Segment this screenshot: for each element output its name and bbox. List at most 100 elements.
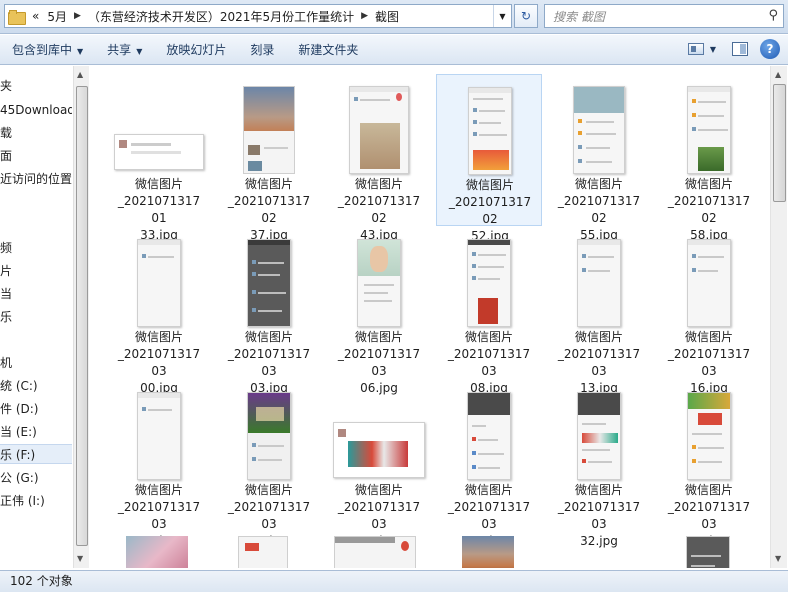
file-thumbnail bbox=[216, 227, 322, 327]
file-item[interactable]: 微信图片 _2021071317 03 08.jpg bbox=[436, 227, 542, 395]
search-icon[interactable]: ⚲ bbox=[768, 8, 778, 23]
nav-item[interactable]: 近访问的位置 bbox=[0, 169, 72, 189]
file-thumbnail bbox=[546, 227, 652, 327]
folder-icon bbox=[8, 9, 26, 25]
nav-scrollbar[interactable]: ▲ ▼ bbox=[73, 66, 89, 568]
file-item[interactable]: 微信图片 _2021071317 03 03.jpg bbox=[216, 227, 322, 395]
preview-pane-icon[interactable] bbox=[732, 42, 748, 56]
file-thumbnail bbox=[326, 74, 432, 174]
nav-scrollbar-thumb[interactable] bbox=[76, 86, 88, 546]
file-thumbnail bbox=[126, 536, 188, 568]
nav-item[interactable]: 机 bbox=[0, 353, 12, 373]
address-bar-area: « 5月 ▶ （东营经济技术开发区）2021年5月份工作量统计 ▶ 截图 ▼ ↻… bbox=[0, 0, 788, 34]
file-thumbnail bbox=[656, 380, 762, 480]
file-item[interactable]: 微信图片 _2021071317 03 06.jpg bbox=[326, 227, 432, 395]
file-item[interactable]: 微信图片 _2021071317 02 37.jpg bbox=[216, 74, 322, 242]
file-thumbnail bbox=[326, 380, 432, 480]
file-thumbnail bbox=[106, 227, 212, 327]
breadcrumb-arrow-icon[interactable]: ▶ bbox=[358, 11, 371, 21]
include-library-button[interactable]: 包含到库中 ▼ bbox=[0, 39, 95, 61]
navigation-pane: 夹 45Downloads 载 面 近访问的位置 频 片 当 乐 机 统 (C:… bbox=[0, 66, 72, 568]
file-thumbnail bbox=[436, 380, 542, 480]
file-item[interactable]: 微信图片 _2021071317 03 00.jpg bbox=[106, 227, 212, 395]
nav-item-drive-f[interactable]: 乐 (F:) bbox=[0, 444, 72, 464]
file-item[interactable]: 微信图片_20210713170329.jpg bbox=[436, 380, 542, 548]
file-thumbnail bbox=[334, 536, 416, 568]
file-item-selected[interactable]: 微信图片 _2021071317 02 52.jpg bbox=[436, 74, 543, 243]
file-item[interactable]: 微信图片 _2021071317 02 43.jpg bbox=[326, 74, 432, 242]
slideshow-button[interactable]: 放映幻灯片 bbox=[154, 39, 238, 61]
file-thumbnail bbox=[436, 227, 542, 327]
file-item[interactable]: 微信图片_20210713170335.jpg bbox=[656, 380, 762, 548]
search-input[interactable]: 搜索 截图 ⚲ bbox=[544, 4, 784, 28]
chevron-down-icon: ▼ bbox=[77, 46, 84, 56]
status-bar: 102 个对象 bbox=[0, 570, 788, 592]
file-thumbnail bbox=[656, 227, 762, 327]
file-item[interactable] bbox=[436, 533, 542, 568]
file-item[interactable] bbox=[326, 533, 432, 568]
file-thumbnail bbox=[462, 536, 514, 568]
nav-item[interactable]: 片 bbox=[0, 261, 12, 281]
refresh-button[interactable]: ↻ bbox=[514, 4, 538, 28]
file-item[interactable] bbox=[656, 533, 762, 568]
file-thumbnail bbox=[546, 74, 652, 174]
scroll-up-icon[interactable]: ▲ bbox=[77, 70, 83, 79]
breadcrumb-item-screenshots[interactable]: 截图 bbox=[371, 8, 403, 25]
address-dropdown-icon[interactable]: ▼ bbox=[493, 5, 511, 27]
nav-item[interactable]: 夹 bbox=[0, 76, 12, 96]
breadcrumb-item-stats[interactable]: （东营经济技术开发区）2021年5月份工作量统计 bbox=[84, 8, 358, 25]
view-options-icon[interactable] bbox=[687, 43, 704, 55]
breadcrumb-overflow[interactable]: « bbox=[28, 9, 43, 23]
nav-item[interactable]: 频 bbox=[0, 238, 12, 258]
file-thumbnail bbox=[656, 74, 762, 174]
content-scrollbar-thumb[interactable] bbox=[773, 84, 786, 202]
scroll-down-icon[interactable]: ▼ bbox=[77, 554, 83, 563]
file-item[interactable]: 微信图片 _2021071317 02 55.jpg bbox=[546, 74, 652, 242]
file-item[interactable] bbox=[216, 533, 322, 568]
scroll-down-icon[interactable]: ▼ bbox=[775, 554, 781, 563]
command-toolbar: 包含到库中 ▼ 共享 ▼ 放映幻灯片 刻录 新建文件夹 ▼ ? bbox=[0, 35, 788, 65]
nav-item-drive-d[interactable]: 件 (D:) bbox=[0, 399, 38, 419]
file-thumbnail bbox=[437, 75, 543, 175]
file-item[interactable]: 微信图片 _2021071317 03 16.jpg bbox=[656, 227, 762, 395]
file-item[interactable]: 微信图片 _2021071317 03 13.jpg bbox=[546, 227, 652, 395]
breadcrumb-item-month[interactable]: 5月 bbox=[43, 8, 71, 25]
file-thumbnail bbox=[106, 380, 212, 480]
nav-item[interactable]: 当 bbox=[0, 284, 12, 304]
content-scrollbar[interactable]: ▲ ▼ bbox=[770, 66, 787, 568]
file-item[interactable]: 微信图片_20210713170319.jpg bbox=[106, 380, 212, 548]
nav-item[interactable]: 乐 bbox=[0, 307, 12, 327]
address-bar[interactable]: « 5月 ▶ （东营经济技术开发区）2021年5月份工作量统计 ▶ 截图 ▼ bbox=[4, 4, 512, 28]
nav-item[interactable]: 45Downloads bbox=[0, 100, 72, 120]
file-item[interactable]: 微信图片 _2021071317 03 32.jpg bbox=[546, 380, 652, 548]
file-item[interactable] bbox=[106, 533, 212, 568]
breadcrumb-arrow-icon[interactable]: ▶ bbox=[71, 11, 84, 21]
nav-item-drive-g[interactable]: 公 (G:) bbox=[0, 468, 39, 488]
file-thumbnail bbox=[546, 380, 652, 480]
file-thumbnail bbox=[686, 536, 730, 568]
scroll-up-icon[interactable]: ▲ bbox=[775, 70, 781, 79]
file-item[interactable]: 微信图片 _2021071317 01 33.jpg bbox=[106, 74, 212, 242]
file-item[interactable]: 微信图片_20210713170324.jpg bbox=[326, 380, 432, 548]
nav-item-drive-i[interactable]: 正伟 (I:) bbox=[0, 491, 45, 511]
file-thumbnail bbox=[106, 74, 212, 174]
burn-button[interactable]: 刻录 bbox=[238, 39, 286, 61]
nav-item[interactable]: 载 bbox=[0, 123, 12, 143]
file-list: 微信图片 _2021071317 01 33.jpg 微信图片 _2021071317 0… bbox=[90, 66, 770, 568]
share-button[interactable]: 共享 ▼ bbox=[95, 39, 154, 61]
file-item[interactable]: 微信图片 _2021071317 02 58.jpg bbox=[656, 74, 762, 242]
help-icon[interactable]: ? bbox=[760, 39, 780, 59]
object-count: 102 个对象 bbox=[10, 574, 73, 588]
nav-item-drive-e[interactable]: 当 (E:) bbox=[0, 422, 37, 442]
file-item[interactable]: 微信图片_20210713170322.jpg bbox=[216, 380, 322, 548]
nav-item-drive-c[interactable]: 统 (C:) bbox=[0, 376, 38, 396]
file-name: 微信图片 _2021071317 03 32.jpg bbox=[557, 483, 641, 548]
chevron-down-icon[interactable]: ▼ bbox=[710, 45, 716, 54]
file-thumbnail bbox=[216, 74, 322, 174]
file-thumbnail bbox=[216, 380, 322, 480]
chevron-down-icon: ▼ bbox=[136, 46, 143, 56]
search-placeholder: 搜索 截图 bbox=[553, 9, 605, 24]
file-thumbnail bbox=[326, 227, 432, 327]
new-folder-button[interactable]: 新建文件夹 bbox=[286, 39, 370, 61]
nav-item[interactable]: 面 bbox=[0, 146, 12, 166]
